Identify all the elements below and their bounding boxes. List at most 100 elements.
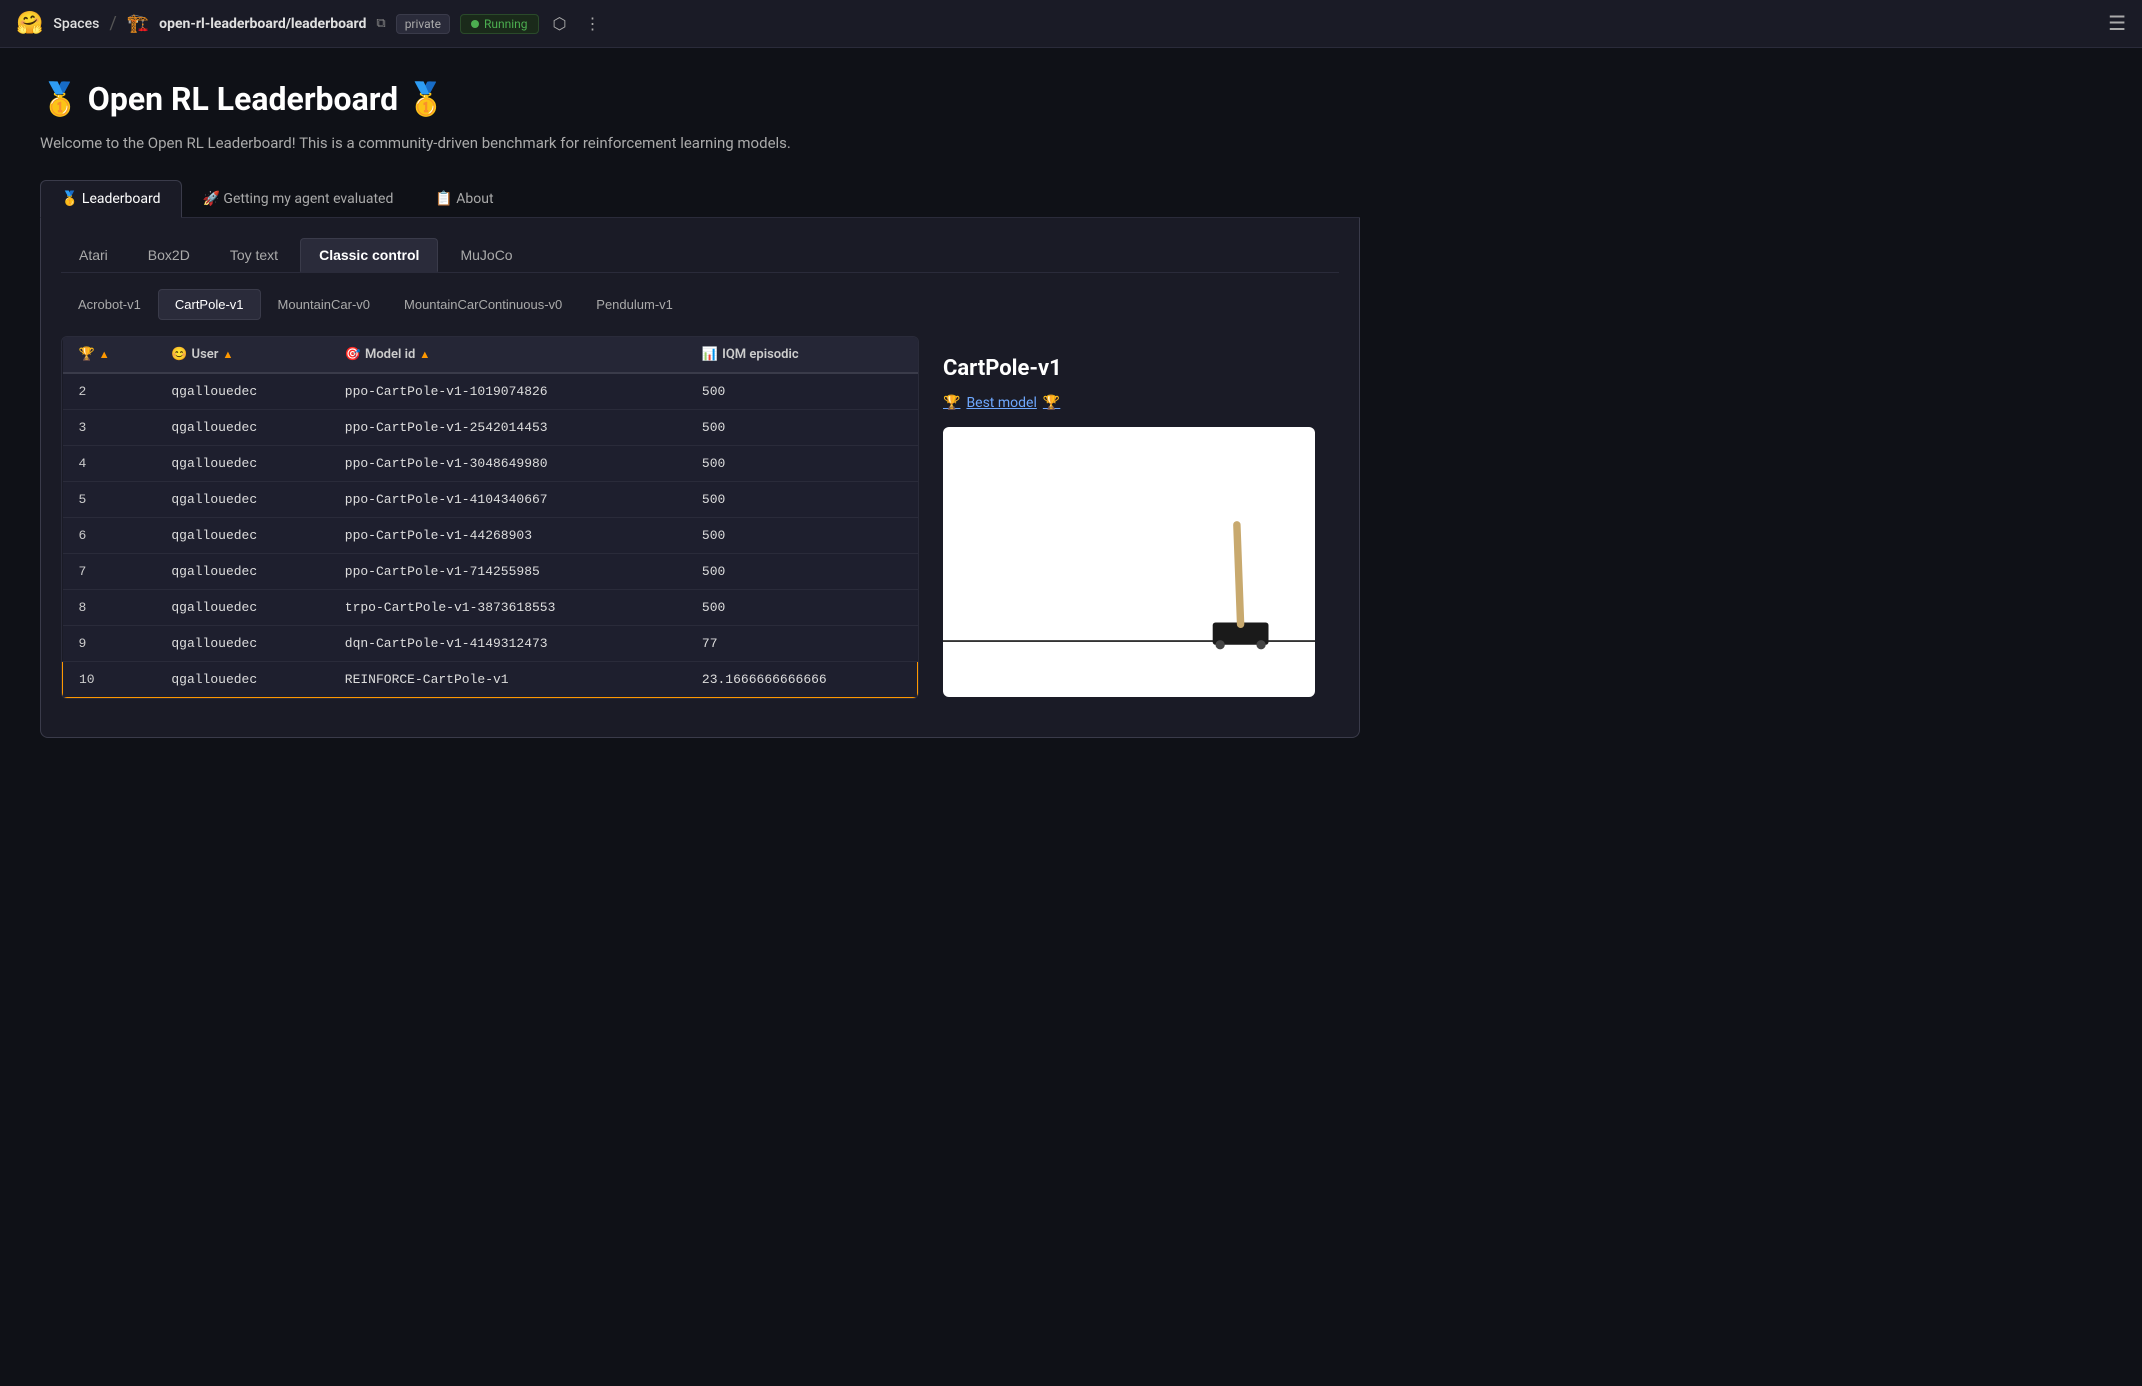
best-model-anchor[interactable]: Best model <box>966 395 1036 411</box>
cell-rank: 7 <box>63 554 156 590</box>
hamburger-menu-btn[interactable]: ☰ <box>2108 11 2126 36</box>
trophy-icon: 🏆 <box>79 347 95 362</box>
rank-sort-arrow[interactable]: ▲ <box>99 348 110 361</box>
tab-getting-evaluated-label: 🚀 Getting my agent evaluated <box>203 191 394 207</box>
cell-model-id: ppo-CartPole-v1-44268903 <box>329 518 686 554</box>
table-row[interactable]: 10qgallouedecREINFORCE-CartPole-v123.166… <box>63 662 918 698</box>
table-row[interactable]: 3qgallouedecppo-CartPole-v1-254201445350… <box>63 410 918 446</box>
content-panel: Atari Box2D Toy text Classic control MuJ… <box>40 218 1360 738</box>
options-btn[interactable]: ⋮ <box>580 10 604 38</box>
copy-icon[interactable]: ⧉ <box>376 16 385 31</box>
table-row[interactable]: 5qgallouedecppo-CartPole-v1-410434066750… <box>63 482 918 518</box>
page-title: 🥇 Open RL Leaderboard 🥇 <box>40 80 1360 118</box>
table-row[interactable]: 6qgallouedecppo-CartPole-v1-44268903500 <box>63 518 918 554</box>
cell-user: qgallouedec <box>155 662 328 698</box>
table-header: 🏆 ▲ 😊 User ▲ <box>63 337 918 373</box>
side-panel-title: CartPole-v1 <box>943 356 1315 381</box>
cell-iqm: 500 <box>686 410 918 446</box>
cell-iqm: 23.1666666666666 <box>686 662 918 698</box>
cell-user: qgallouedec <box>155 626 328 662</box>
repo-icon: 🏗️ <box>127 13 149 34</box>
running-badge: Running <box>460 14 539 34</box>
env-tab-box2d[interactable]: Box2D <box>130 238 208 272</box>
repo-name: open-rl-leaderboard/leaderboard <box>159 16 366 32</box>
col-model-label: Model id <box>365 347 415 362</box>
cell-rank: 10 <box>63 662 156 698</box>
best-model-emoji-left: 🏆 <box>943 395 960 411</box>
best-model-link[interactable]: 🏆 Best model 🏆 <box>943 395 1315 411</box>
sub-env-tab-pendulum[interactable]: Pendulum-v1 <box>579 289 690 320</box>
table-row[interactable]: 7qgallouedecppo-CartPole-v1-714255985500 <box>63 554 918 590</box>
cell-model-id: trpo-CartPole-v1-3873618553 <box>329 590 686 626</box>
tab-about-label: 📋 About <box>435 191 493 207</box>
cell-rank: 6 <box>63 518 156 554</box>
sub-env-tab-cartpole[interactable]: CartPole-v1 <box>158 289 261 320</box>
env-tab-toy-text[interactable]: Toy text <box>212 238 296 272</box>
cell-user: qgallouedec <box>155 590 328 626</box>
cell-model-id: ppo-CartPole-v1-2542014453 <box>329 410 686 446</box>
repo-bold: leaderboard <box>291 16 366 32</box>
table-row[interactable]: 4qgallouedecppo-CartPole-v1-304864998050… <box>63 446 918 482</box>
cell-iqm: 500 <box>686 482 918 518</box>
cell-rank: 5 <box>63 482 156 518</box>
cell-model-id: ppo-CartPole-v1-3048649980 <box>329 446 686 482</box>
cell-user: qgallouedec <box>155 446 328 482</box>
cell-rank: 4 <box>63 446 156 482</box>
sub-env-tab-acrobot[interactable]: Acrobot-v1 <box>61 289 158 320</box>
cell-user: qgallouedec <box>155 554 328 590</box>
cell-rank: 9 <box>63 626 156 662</box>
repo-prefix: open-rl-leaderboard/ <box>159 16 291 32</box>
tab-about[interactable]: 📋 About <box>414 180 514 217</box>
cell-rank: 8 <box>63 590 156 626</box>
table-row[interactable]: 9qgallouedecdqn-CartPole-v1-414931247377 <box>63 626 918 662</box>
cell-iqm: 500 <box>686 373 918 410</box>
leaderboard-table: 🏆 ▲ 😊 User ▲ <box>62 337 918 698</box>
table-row[interactable]: 8qgallouedectrpo-CartPole-v1-38736185535… <box>63 590 918 626</box>
model-sort-arrow[interactable]: ▲ <box>419 348 430 361</box>
cell-user: qgallouedec <box>155 482 328 518</box>
tab-getting-evaluated[interactable]: 🚀 Getting my agent evaluated <box>182 180 415 217</box>
cell-iqm: 500 <box>686 590 918 626</box>
env-tab-classic-control[interactable]: Classic control <box>300 238 438 272</box>
model-icon: 🎯 <box>345 347 361 362</box>
main-tabs: 🥇 Leaderboard 🚀 Getting my agent evaluat… <box>40 180 1360 218</box>
cell-iqm: 500 <box>686 518 918 554</box>
page-description: Welcome to the Open RL Leaderboard! This… <box>40 134 1360 152</box>
cell-user: qgallouedec <box>155 410 328 446</box>
cell-user: qgallouedec <box>155 518 328 554</box>
tab-leaderboard[interactable]: 🥇 Leaderboard <box>40 180 182 218</box>
cell-rank: 2 <box>63 373 156 410</box>
col-user-label: User <box>192 347 219 362</box>
cartpole-viz <box>943 427 1315 697</box>
env-tab-atari[interactable]: Atari <box>61 238 126 272</box>
tab-leaderboard-label: 🥇 Leaderboard <box>61 191 161 207</box>
cell-iqm: 500 <box>686 446 918 482</box>
table-row[interactable]: 2qgallouedecppo-CartPole-v1-101907482650… <box>63 373 918 410</box>
main-content: 🥇 Open RL Leaderboard 🥇 Welcome to the O… <box>0 48 1400 770</box>
cartpole-svg <box>943 427 1315 697</box>
hf-logo: 🤗 <box>16 11 43 36</box>
sub-env-tab-mountaincar-cont[interactable]: MountainCarContinuous-v0 <box>387 289 579 320</box>
separator: / <box>109 13 116 34</box>
private-badge: private <box>396 14 450 34</box>
sub-env-tab-mountaincar[interactable]: MountainCar-v0 <box>261 289 388 320</box>
leaderboard-table-wrap: 🏆 ▲ 😊 User ▲ <box>61 336 919 699</box>
runtime-btn[interactable]: ⬡ <box>549 10 571 38</box>
cell-iqm: 500 <box>686 554 918 590</box>
env-tabs: Atari Box2D Toy text Classic control MuJ… <box>61 238 1339 273</box>
env-tab-mujoco[interactable]: MuJoCo <box>442 238 530 272</box>
user-icon: 😊 <box>171 347 187 362</box>
cell-user: qgallouedec <box>155 373 328 410</box>
iqm-icon: 📊 <box>702 347 718 362</box>
topbar: 🤗 Spaces / 🏗️ open-rl-leaderboard/leader… <box>0 0 2142 48</box>
col-user: 😊 User ▲ <box>155 337 328 373</box>
user-sort-arrow[interactable]: ▲ <box>222 348 233 361</box>
col-iqm: 📊 IQM episodic <box>686 337 918 373</box>
sub-env-tabs: Acrobot-v1 CartPole-v1 MountainCar-v0 Mo… <box>61 289 1339 320</box>
table-body: 2qgallouedecppo-CartPole-v1-101907482650… <box>63 373 918 698</box>
side-panel: CartPole-v1 🏆 Best model 🏆 <box>919 336 1339 717</box>
best-model-emoji-right: 🏆 <box>1043 395 1060 411</box>
col-iqm-label: IQM episodic <box>722 347 799 362</box>
col-model: 🎯 Model id ▲ <box>329 337 686 373</box>
cell-model-id: REINFORCE-CartPole-v1 <box>329 662 686 698</box>
